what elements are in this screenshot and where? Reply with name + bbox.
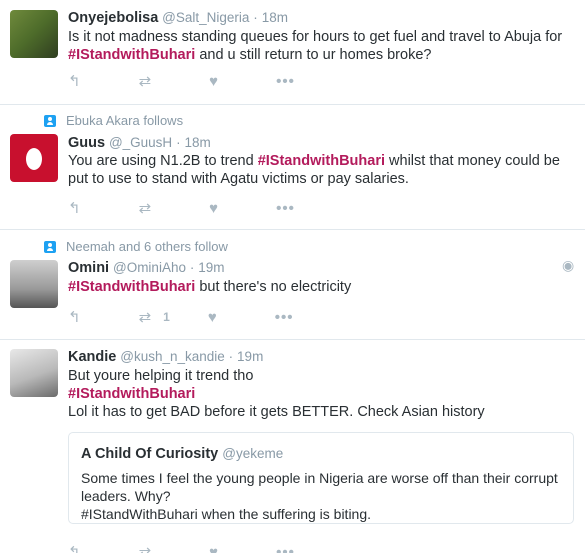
separator: · bbox=[253, 10, 258, 25]
reply-icon[interactable]: ↰ bbox=[68, 543, 81, 553]
reply-icon[interactable]: ↰ bbox=[68, 199, 81, 217]
tweet-text: Is it not madness standing queues for ho… bbox=[68, 29, 563, 63]
tweet-onyejebolisa[interactable]: Onyejebolisa @Salt_Nigeria · 18m Is it n… bbox=[0, 0, 585, 105]
hashtag-link[interactable]: #IStandwithBuhari bbox=[68, 47, 195, 63]
context-text[interactable]: Ebuka Akara follows bbox=[66, 113, 183, 128]
location-pin-icon[interactable]: ◉ bbox=[562, 257, 574, 274]
separator: · bbox=[189, 260, 195, 275]
quoted-user-name[interactable]: A Child Of Curiosity bbox=[81, 446, 218, 462]
tweet-text: But youre helping it trend tho #IStandwi… bbox=[68, 368, 485, 420]
user-name[interactable]: Kandie bbox=[68, 349, 116, 365]
reply-icon[interactable]: ↰ bbox=[68, 72, 81, 90]
heart-icon[interactable]: ♥ bbox=[208, 309, 217, 326]
hashtag-link[interactable]: #IStandwithBuhari bbox=[68, 386, 195, 402]
user-handle[interactable]: @_GuusH bbox=[109, 135, 172, 150]
follow-context: Neemah and 6 others follow bbox=[44, 239, 228, 254]
follow-context: Ebuka Akara follows bbox=[44, 113, 183, 128]
more-icon[interactable]: ••• bbox=[276, 200, 295, 217]
retweet-count: 1 bbox=[163, 310, 170, 324]
tweet-guus[interactable]: Ebuka Akara follows Guus @_GuusH · 18m Y… bbox=[0, 105, 585, 230]
separator: · bbox=[228, 349, 234, 364]
more-icon[interactable]: ••• bbox=[276, 544, 295, 553]
tweet-text: #IStandwithBuhari but there's no electri… bbox=[68, 279, 352, 295]
avatar[interactable] bbox=[10, 134, 58, 182]
quoted-user-handle[interactable]: @yekeme bbox=[222, 446, 283, 461]
hashtag-link[interactable]: #IStandwithBuhari bbox=[258, 153, 385, 169]
hashtag-link[interactable]: #IStandwithBuhari bbox=[68, 279, 195, 295]
timestamp[interactable]: 18m bbox=[184, 135, 210, 150]
context-text[interactable]: Neemah and 6 others follow bbox=[66, 239, 228, 254]
reply-icon[interactable]: ↰ bbox=[68, 308, 81, 326]
user-handle[interactable]: @Salt_Nigeria bbox=[162, 10, 249, 25]
person-icon bbox=[44, 240, 56, 253]
tweet-header: Kandie @kush_n_kandie · 19m bbox=[68, 348, 263, 365]
tweet-actions: ↰ ⇄ 1 ♥ ••• bbox=[68, 308, 352, 327]
separator: · bbox=[176, 135, 181, 150]
tweet-actions: ↰ ⇄ ♥ ••• bbox=[68, 199, 353, 218]
more-icon[interactable]: ••• bbox=[275, 309, 294, 326]
user-handle[interactable]: @OminiAho bbox=[113, 260, 186, 275]
retweet-icon[interactable]: ⇄ bbox=[139, 199, 152, 217]
user-name[interactable]: Guus bbox=[68, 135, 105, 151]
heart-icon[interactable]: ♥ bbox=[209, 73, 218, 90]
tweet-kandie[interactable]: Kandie @kush_n_kandie · 19m But youre he… bbox=[0, 340, 585, 553]
retweet-icon[interactable]: ⇄ bbox=[139, 72, 152, 90]
tweet-actions: ↰ ⇄ ♥ ••• bbox=[68, 543, 353, 553]
heart-icon[interactable]: ♥ bbox=[209, 544, 218, 553]
tweet-header: Guus @_GuusH · 18m bbox=[68, 134, 211, 151]
quoted-tweet[interactable]: A Child Of Curiosity @yekeme Some times … bbox=[68, 432, 574, 524]
person-icon bbox=[44, 114, 56, 127]
user-name[interactable]: Onyejebolisa bbox=[68, 10, 158, 26]
avatar[interactable] bbox=[10, 349, 58, 397]
quoted-tweet-header: A Child Of Curiosity @yekeme bbox=[81, 446, 283, 462]
tweet-header: Omini @OminiAho · 19m bbox=[68, 259, 225, 276]
timestamp[interactable]: 18m bbox=[262, 10, 288, 25]
tweet-header: Onyejebolisa @Salt_Nigeria · 18m bbox=[68, 9, 288, 26]
egg-icon bbox=[26, 148, 42, 170]
timestamp[interactable]: 19m bbox=[198, 260, 224, 275]
heart-icon[interactable]: ♥ bbox=[209, 200, 218, 217]
retweet-icon[interactable]: ⇄ bbox=[139, 543, 152, 553]
avatar[interactable] bbox=[10, 260, 58, 308]
user-handle[interactable]: @kush_n_kandie bbox=[120, 349, 225, 364]
tweet-actions: ↰ ⇄ ♥ ••• bbox=[68, 72, 353, 91]
user-name[interactable]: Omini bbox=[68, 260, 109, 276]
quoted-tweet-text: Some times I feel the young people in Ni… bbox=[81, 470, 558, 522]
retweet-button[interactable]: ⇄ 1 bbox=[139, 308, 170, 326]
timestamp[interactable]: 19m bbox=[237, 349, 263, 364]
avatar[interactable] bbox=[10, 10, 58, 58]
tweet-text: You are using N1.2B to trend #IStandwith… bbox=[68, 153, 560, 187]
more-icon[interactable]: ••• bbox=[276, 73, 295, 90]
retweet-icon[interactable]: ⇄ bbox=[139, 308, 152, 326]
tweet-omini[interactable]: Neemah and 6 others follow Omini @OminiA… bbox=[0, 230, 585, 340]
